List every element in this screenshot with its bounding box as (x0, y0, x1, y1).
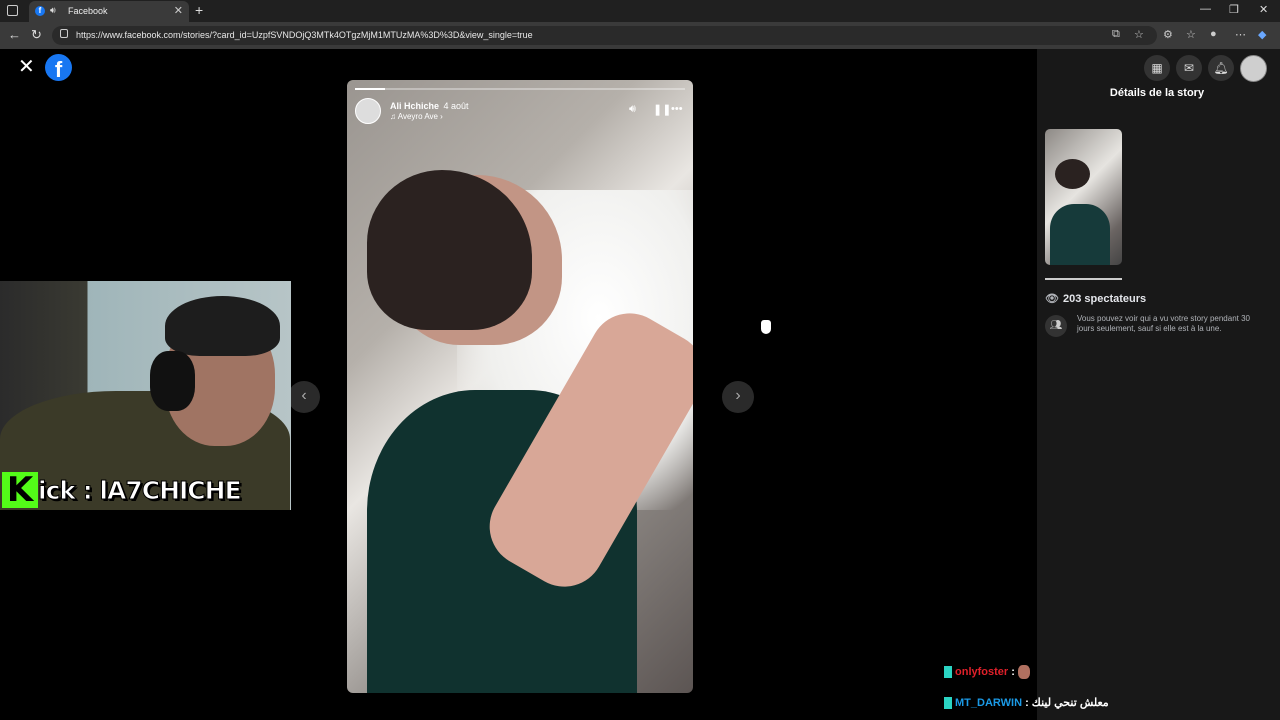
more-icon[interactable]: ••• (671, 103, 683, 115)
kick-logo: K (2, 472, 38, 508)
profile-icon[interactable]: ● (1210, 28, 1217, 40)
story-card[interactable]: Ali Hchiche 4 août ♫ Aveyro Ave › 🔊︎ ❚❚ … (347, 80, 693, 693)
pause-icon[interactable]: ❚❚ (653, 103, 671, 116)
chat-sep-2: : (1022, 697, 1032, 709)
bell-icon[interactable]: 🔔︎ (1208, 55, 1234, 81)
author-name[interactable]: Ali Hchiche (390, 101, 439, 111)
grid-icon[interactable]: ▦ (1144, 55, 1170, 81)
favorites-icon[interactable]: ☆ (1186, 28, 1196, 41)
thumbnail-shirt (1050, 204, 1110, 265)
hand-cursor-icon (761, 320, 771, 334)
eye-icon: 👁︎ (1045, 293, 1059, 305)
url-field[interactable]: https://www.facebook.com/stories/?card_i… (52, 26, 1157, 45)
viewers-info: Vous pouvez voir qui a vu votre story pe… (1077, 314, 1250, 333)
restore-button[interactable]: ❐ (1229, 3, 1239, 16)
facebook-favicon-icon: f (35, 6, 45, 16)
audio-playing-icon[interactable]: 🔊︎ (50, 5, 56, 16)
chat-badge-icon (944, 666, 952, 678)
back-icon[interactable]: ← (8, 27, 21, 42)
viewers-count[interactable]: 👁︎ 203 spectateurs (1045, 292, 1146, 305)
chat-message-text: معلش تنحي لينك (1031, 697, 1109, 709)
story-progress-fill (355, 88, 385, 90)
close-window-button[interactable]: ✕ (1259, 3, 1268, 16)
people-icon: 👥︎ (1045, 315, 1067, 337)
webcam-headset (150, 351, 195, 411)
menu-icon[interactable]: ⋯ (1235, 28, 1246, 41)
story-progress-bar (355, 88, 685, 90)
facebook-logo[interactable]: f (45, 54, 72, 82)
lock-icon (60, 29, 68, 38)
extensions-icon[interactable]: ⚙ (1163, 28, 1173, 41)
webcam-hair (165, 296, 280, 356)
chat-user-1: onlyfoster (955, 665, 1009, 678)
viewers-text: 203 spectateurs (1062, 293, 1147, 305)
chat-badge-icon (944, 697, 952, 710)
mute-icon[interactable]: 🔊︎ (629, 103, 636, 116)
chevron-left-icon[interactable]: ‹ (288, 381, 320, 413)
url-text: https://www.facebook.com/stories/?card_i… (76, 30, 533, 40)
tab-actions-icon[interactable] (7, 5, 18, 16)
thumbnail-cap (1055, 159, 1090, 189)
kick-banner: K ick : lA7CHICHE (0, 470, 292, 510)
story-details-panel: ▦ ✉ 🔔︎ Détails de la story 👁︎ 203 spectat… (1037, 49, 1280, 720)
chat-message-1: onlyfoster : (944, 665, 1030, 679)
close-icon[interactable]: ✕ (18, 57, 35, 77)
reader-icon[interactable]: ⧉ (1112, 28, 1120, 41)
chevron-right-icon[interactable]: › (722, 381, 754, 413)
chat-sep-1: : (1008, 665, 1015, 678)
kick-channel-text: ick : lA7CHICHE (38, 476, 243, 506)
minimize-button[interactable]: — (1200, 3, 1211, 15)
thumbnail-progress (1045, 278, 1122, 280)
panel-title: Détails de la story (1109, 87, 1205, 99)
tab-bar: f 🔊︎ Facebook ✕ + — ❐ ✕ (0, 0, 1280, 22)
chat-emoji-icon (1017, 665, 1030, 679)
messenger-icon[interactable]: ✉ (1176, 55, 1202, 81)
browser-tab[interactable]: f 🔊︎ Facebook ✕ (29, 1, 189, 22)
new-tab-button[interactable]: + (195, 2, 203, 18)
story-music[interactable]: ♫ Aveyro Ave › (390, 112, 443, 121)
copilot-icon[interactable]: ◆ (1258, 28, 1266, 41)
favorite-star-icon[interactable]: ☆ (1134, 28, 1144, 41)
story-viewer-page: ✕ f Ali Hchiche 4 août ♫ Aveyro Ave › 🔊︎… (0, 49, 1280, 720)
chat-message-2: MT_DARWIN : معلش تنحي لينك (944, 696, 1109, 710)
story-time: 4 août (443, 101, 469, 111)
address-bar-row: ← ↻ https://www.facebook.com/stories/?ca… (0, 22, 1280, 49)
story-author[interactable]: Ali Hchiche 4 août (390, 101, 469, 111)
account-avatar[interactable] (1240, 55, 1267, 82)
author-avatar[interactable] (355, 98, 381, 124)
refresh-icon[interactable]: ↻ (31, 27, 42, 43)
story-thumbnail[interactable] (1045, 129, 1122, 265)
tab-close-icon[interactable]: ✕ (174, 4, 183, 17)
tab-title: Facebook (68, 6, 108, 16)
chat-user-2: MT_DARWIN (955, 697, 1023, 709)
